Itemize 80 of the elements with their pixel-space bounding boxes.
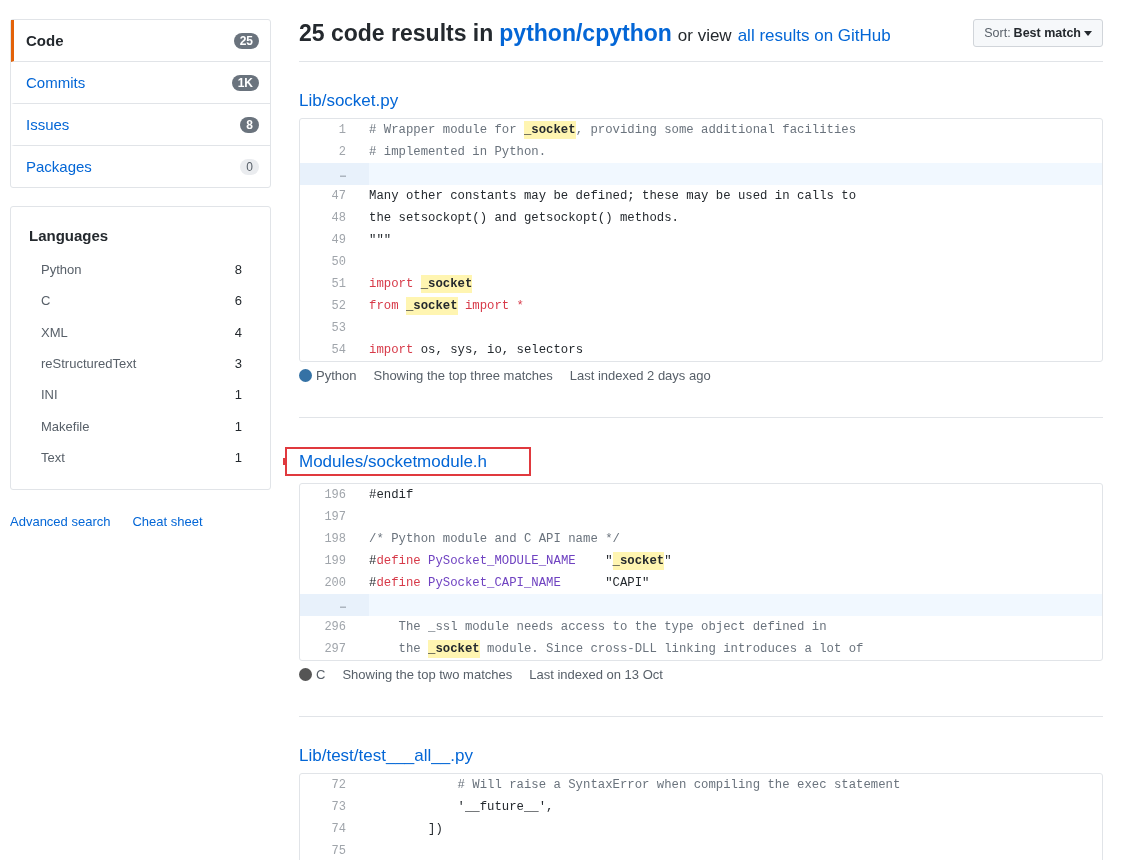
code-line: Many other constants may be defined; these may be used in calls to [369,189,857,203]
language-count: 1 [234,387,242,403]
help-link[interactable]: Cheat sheet [132,514,203,530]
code-line: # Wrapper module for _socket, providing some additional facilities [369,123,857,137]
line-number: 73 [330,800,347,814]
language-count: 3 [234,356,242,372]
language-filter-link[interactable]: reStructuredText [41,356,137,372]
panel-title: Languages [29,227,110,244]
language-filter-link[interactable]: XML [41,324,68,340]
results-heading: 25 code results in [299,19,494,47]
line-number: 53 [330,321,347,335]
line-number: 47 [330,189,347,203]
line-number: 50 [330,255,347,269]
ellipsis-marker: … [300,163,369,185]
language-count: 4 [234,324,242,340]
help-link[interactable]: Advanced search [10,514,111,530]
file-path-link[interactable]: Lib/socket.py [299,91,399,111]
line-number: 49 [330,233,347,247]
code-line: from _socket import * [369,299,524,313]
line-number: 197 [323,510,347,524]
line-number: 74 [330,822,347,836]
language-filter-link[interactable]: Text [41,449,65,465]
language-count: 6 [234,293,242,309]
line-number: 72 [330,778,347,792]
line-number: 75 [330,844,347,858]
matches-note: Showing the top two matches [342,667,513,682]
language-count: 1 [234,418,242,434]
code-line: # Will raise a SyntaxError when compiling the exec statement [456,778,901,792]
language-label: Python [316,368,357,383]
indexed-note: Last indexed on 13 Oct [529,667,663,682]
language-count: 8 [234,262,242,278]
code-line: import _socket [369,277,473,291]
count-badge: 0 [240,158,259,175]
line-number: 296 [323,620,347,634]
language-filter-link[interactable]: INI [41,387,58,403]
code-line: '__future__', [456,800,554,814]
code-line: # implemented in Python. [369,145,547,159]
file-path-link[interactable]: Lib/test/test___all__.py [299,746,473,766]
language-filter-link[interactable]: Python [41,262,82,278]
count-badge: 8 [240,116,259,133]
line-number: 2 [337,145,347,159]
matches-note: Showing the top three matches [373,368,553,383]
indexed-note: Last indexed 2 days ago [569,368,711,383]
line-number: 200 [323,576,347,590]
line-number: 297 [323,642,347,656]
count-badge: 25 [233,32,259,49]
repo-link[interactable]: python/cpython [499,19,672,47]
code-line: the _socket module. Since cross-DLL linking introduces a lot of [397,642,864,656]
code-line: #define PySocket_MODULE_NAME "_socket" [369,554,672,568]
code-line: #define PySocket_CAPI_NAME "CAPI" [369,576,650,590]
code-line: /* Python module and C API name */ [369,532,620,546]
line-number: 199 [323,554,347,568]
code-line: The _ssl module needs access to the type object defined in [397,620,827,634]
count-badge: 1K [231,74,259,91]
code-line: ]) [427,822,443,836]
caret-icon [1084,30,1092,36]
heading-text: or view [677,25,732,46]
language-filter-link[interactable]: Makefile [41,418,90,434]
language-filter-link[interactable]: C [41,293,51,309]
language-count: 1 [234,449,242,465]
code-line: the setsockopt() and getsockopt() methods. [369,211,679,225]
line-number: 54 [330,343,347,357]
line-number: 52 [330,299,347,313]
line-number: 51 [330,277,347,291]
all-results-link[interactable]: all results on GitHub [737,25,891,46]
code-line: #endif [369,488,414,502]
line-number: 196 [323,488,347,502]
code-line: import os, sys, io, selectors [369,343,583,357]
code-line: """ [369,233,392,247]
ellipsis-marker: … [300,594,369,616]
nav-item[interactable]: Commits 1K [11,62,270,104]
line-number: 198 [323,532,347,546]
language-label: C [316,667,326,682]
line-number: 1 [337,123,347,137]
nav-item[interactable]: Code 25 [11,20,270,62]
nav-item[interactable]: Packages 0 [11,146,270,187]
file-path-link[interactable]: Modules/socketmodule.h [285,447,532,476]
line-number: 48 [330,211,347,225]
nav-item[interactable]: Issues 8 [11,104,270,146]
sort-dropdown-button[interactable]: Sort: Best match [973,19,1103,47]
